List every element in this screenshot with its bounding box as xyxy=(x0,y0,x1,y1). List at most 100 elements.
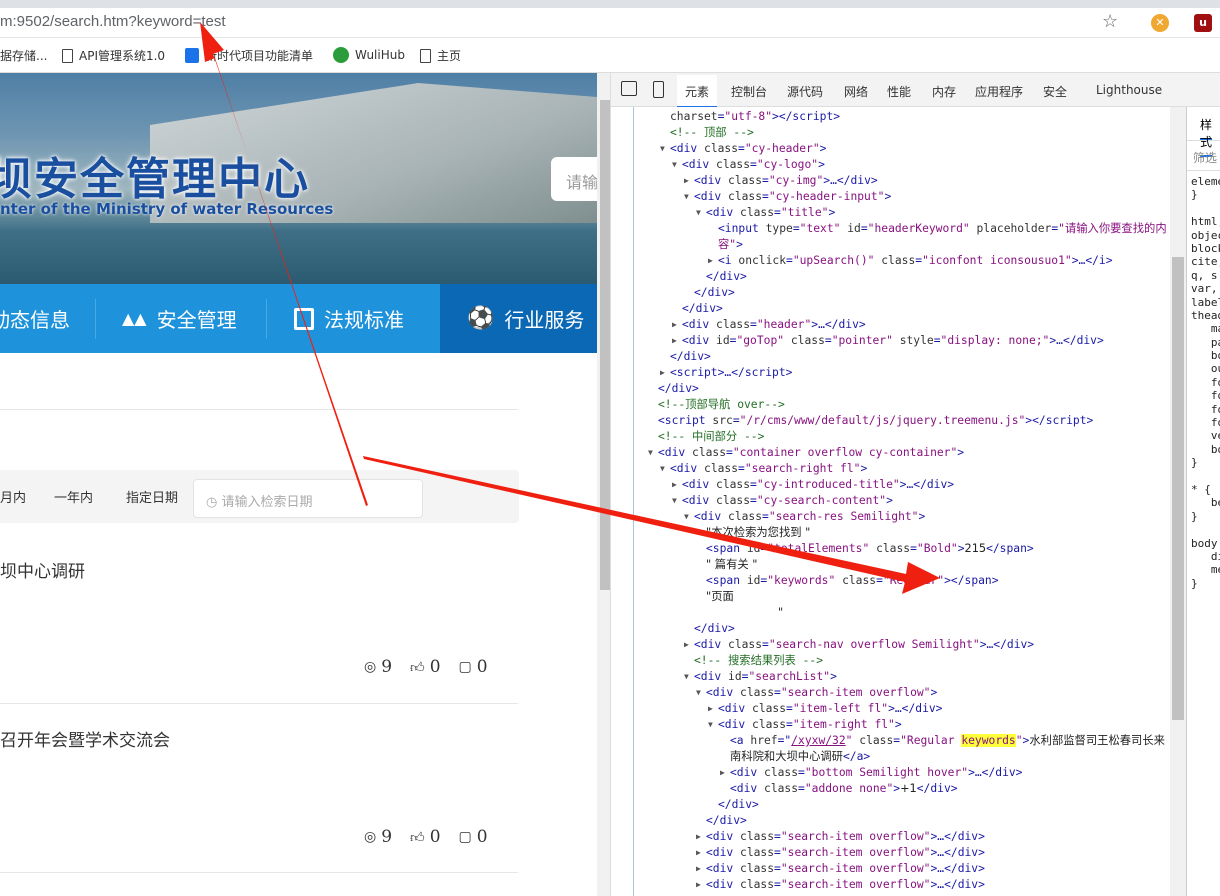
nav-item-regulations[interactable]: 法规标准 xyxy=(294,284,404,353)
expand-triangle-icon[interactable]: ▶ xyxy=(708,253,718,269)
nav-item-news[interactable]: 动态信息 xyxy=(0,284,70,353)
bookmark-star-icon[interactable]: ☆ xyxy=(1102,11,1118,32)
dom-node-line[interactable]: <input type="text" id="headerKeyword" pl… xyxy=(718,221,1167,237)
expand-triangle-icon[interactable]: ▶ xyxy=(708,701,718,717)
dom-node-line[interactable]: </div> xyxy=(706,269,747,285)
dom-node-line[interactable]: <!-- 顶部 --> xyxy=(670,125,754,141)
dom-node-line[interactable]: <a href="/xyxw/32" class="Regular keywor… xyxy=(730,733,1165,749)
collapse-triangle-icon[interactable]: ▼ xyxy=(696,205,706,221)
dom-node-line[interactable]: "本次检索为您找到 " xyxy=(706,525,810,541)
dom-node-line[interactable]: <span id="keywords" class="Regular"></sp… xyxy=(706,573,999,589)
collapse-triangle-icon[interactable]: ▼ xyxy=(684,189,694,205)
expand-triangle-icon[interactable]: ▶ xyxy=(672,317,682,333)
dom-node-line[interactable]: ▶ <div class="search-item overflow">…</di… xyxy=(696,829,985,845)
dom-node-line[interactable]: ▶ <div class="search-item overflow">…</di… xyxy=(696,877,985,893)
filter-custom-date[interactable]: 指定日期 xyxy=(126,487,178,506)
filter-year[interactable]: 一年内 xyxy=(54,487,93,506)
bookmark-item[interactable]: API管理系统1.0 xyxy=(62,47,165,64)
device-toggle-icon[interactable] xyxy=(653,81,664,98)
collapse-triangle-icon[interactable]: ▼ xyxy=(684,669,694,685)
collapse-triangle-icon[interactable]: ▼ xyxy=(672,493,682,509)
dom-node-line[interactable]: <!-- 中间部分 --> xyxy=(658,429,764,445)
dom-node-line[interactable]: ▼ <div class="item-right fl"> xyxy=(708,717,902,733)
filter-month[interactable]: 月内 xyxy=(0,487,26,506)
expand-triangle-icon[interactable]: ▶ xyxy=(696,861,706,877)
extension-icon[interactable]: ✕ xyxy=(1151,14,1169,32)
nav-item-services[interactable]: ⚽ 行业服务 xyxy=(440,284,597,353)
dom-node-line[interactable]: ▼ <div id="searchList"> xyxy=(684,669,837,685)
dom-node-line[interactable]: </div> xyxy=(682,301,723,317)
collapse-triangle-icon[interactable]: ▼ xyxy=(684,509,694,525)
dom-node-line[interactable]: ▼ <div class="cy-header-input"> xyxy=(684,189,891,205)
address-bar[interactable]: m:9502/search.htm?keyword=test ☆ ✕ u xyxy=(0,8,1220,38)
date-input[interactable]: ◷ 请输入检索日期 xyxy=(193,479,423,518)
dom-node-line[interactable]: </div> xyxy=(706,813,747,829)
dom-node-line[interactable]: ▶ <div class="item-left fl">…</div> xyxy=(708,701,942,717)
dom-node-line[interactable]: ▼ <div class="cy-logo"> xyxy=(672,157,825,173)
dom-node-line[interactable]: ▼ <div class="search-right fl"> xyxy=(660,461,867,477)
collapse-triangle-icon[interactable]: ▼ xyxy=(708,717,718,733)
dom-node-line[interactable]: ▶ <div id="goTop" class="pointer" style="… xyxy=(672,333,1104,349)
dom-node-line[interactable]: ▼ <div class="search-res Semilight"> xyxy=(684,509,925,525)
bookmark-item[interactable]: 主页 xyxy=(420,47,461,64)
dom-node-line[interactable]: </div> xyxy=(670,349,711,365)
dom-node-line[interactable]: ▼ <div class="cy-search-content"> xyxy=(672,493,893,509)
devtools-tab[interactable]: Lighthouse xyxy=(1096,83,1162,97)
expand-triangle-icon[interactable]: ▶ xyxy=(660,365,670,381)
ublock-icon[interactable]: u xyxy=(1194,14,1212,32)
result-title[interactable]: 召开年会暨学术交流会 xyxy=(0,726,170,751)
dom-node-line[interactable]: <div class="addone none">+1</div> xyxy=(730,781,958,797)
dom-node-line[interactable]: "页面 xyxy=(706,589,734,605)
nav-item-safety[interactable]: ▲▲ 安全管理 xyxy=(122,284,237,353)
dom-node-line[interactable]: ▼ <div class="title"> xyxy=(696,205,835,221)
dom-node-line[interactable]: ▶ <div class="cy-introduced-title">…</div… xyxy=(672,477,954,493)
elements-tree[interactable]: charset="utf-8"></script> <!-- 顶部 --> ▼ <di… xyxy=(611,107,1173,896)
comment-icon[interactable]: ▢ xyxy=(459,829,472,845)
dom-node-line[interactable]: <!-- 搜索结果列表 --> xyxy=(694,653,823,669)
dom-node-line[interactable]: 容"> xyxy=(718,237,743,253)
dom-node-line[interactable]: " xyxy=(778,605,783,621)
collapse-triangle-icon[interactable]: ▼ xyxy=(648,445,658,461)
expand-triangle-icon[interactable]: ▶ xyxy=(672,333,682,349)
dom-node-line[interactable]: </div> xyxy=(694,285,735,301)
bookmark-item[interactable]: WuliHub xyxy=(333,47,405,63)
devtools-tab[interactable]: 元素 xyxy=(677,75,718,108)
dom-node-line[interactable]: <!--顶部导航 over--> xyxy=(658,397,785,413)
dom-node-line[interactable]: 南科院和大坝中心调研</a> xyxy=(730,749,870,765)
devtools-tab[interactable]: 性能 xyxy=(887,83,911,100)
page-scrollbar-thumb[interactable] xyxy=(600,100,610,590)
expand-triangle-icon[interactable]: ▶ xyxy=(684,173,694,189)
dom-node-line[interactable]: ▶ <div class="search-item overflow">…</di… xyxy=(696,861,985,877)
dom-node-line[interactable]: </div> xyxy=(718,797,759,813)
dom-node-line[interactable]: ▶ <i onclick="upSearch()" class="iconfont… xyxy=(708,253,1113,269)
header-search-input[interactable]: 请输 xyxy=(551,157,597,201)
devtools-tab[interactable]: 控制台 xyxy=(731,83,767,100)
dom-node-line[interactable]: ▶ <div class="header">…</div> xyxy=(672,317,866,333)
expand-triangle-icon[interactable]: ▶ xyxy=(684,637,694,653)
dom-node-line[interactable]: charset="utf-8"></script> xyxy=(670,109,840,125)
dom-node-line[interactable]: ▶ <script>…</script> xyxy=(660,365,792,381)
collapse-triangle-icon[interactable]: ▼ xyxy=(660,461,670,477)
dom-node-line[interactable]: ▼ <div class="cy-header"> xyxy=(660,141,826,157)
collapse-triangle-icon[interactable]: ▼ xyxy=(696,685,706,701)
collapse-triangle-icon[interactable]: ▼ xyxy=(672,157,682,173)
expand-triangle-icon[interactable]: ▶ xyxy=(720,765,730,781)
dom-node-line[interactable]: ▼ <div class="search-item overflow"> xyxy=(696,685,937,701)
devtools-tab[interactable]: 源代码 xyxy=(787,83,823,100)
url-text[interactable]: m:9502/search.htm?keyword=test xyxy=(0,13,226,30)
expand-triangle-icon[interactable]: ▶ xyxy=(672,477,682,493)
bookmark-item[interactable]: 新时代项目功能清单 xyxy=(185,47,313,64)
inspect-icon[interactable] xyxy=(621,81,637,96)
expand-triangle-icon[interactable]: ▶ xyxy=(696,829,706,845)
dom-node-line[interactable]: ▼ <div class="container overflow cy-conta… xyxy=(648,445,964,461)
collapse-triangle-icon[interactable]: ▼ xyxy=(660,141,670,157)
dom-node-line[interactable]: </div> xyxy=(658,381,699,397)
dom-node-line[interactable]: ▶ <div class="search-item overflow">…</di… xyxy=(696,845,985,861)
elements-scrollbar-thumb[interactable] xyxy=(1172,257,1184,720)
dom-node-line[interactable]: ▶ <div class="search-nav overflow Semilig… xyxy=(684,637,1034,653)
expand-triangle-icon[interactable]: ▶ xyxy=(696,877,706,893)
devtools-tab[interactable]: 内存 xyxy=(932,83,956,100)
result-title[interactable]: 坝中心调研 xyxy=(0,557,85,582)
dom-node-line[interactable]: ▶ <div class="bottom Semilight hover">…</… xyxy=(720,765,1023,781)
devtools-tab[interactable]: 网络 xyxy=(844,83,868,100)
